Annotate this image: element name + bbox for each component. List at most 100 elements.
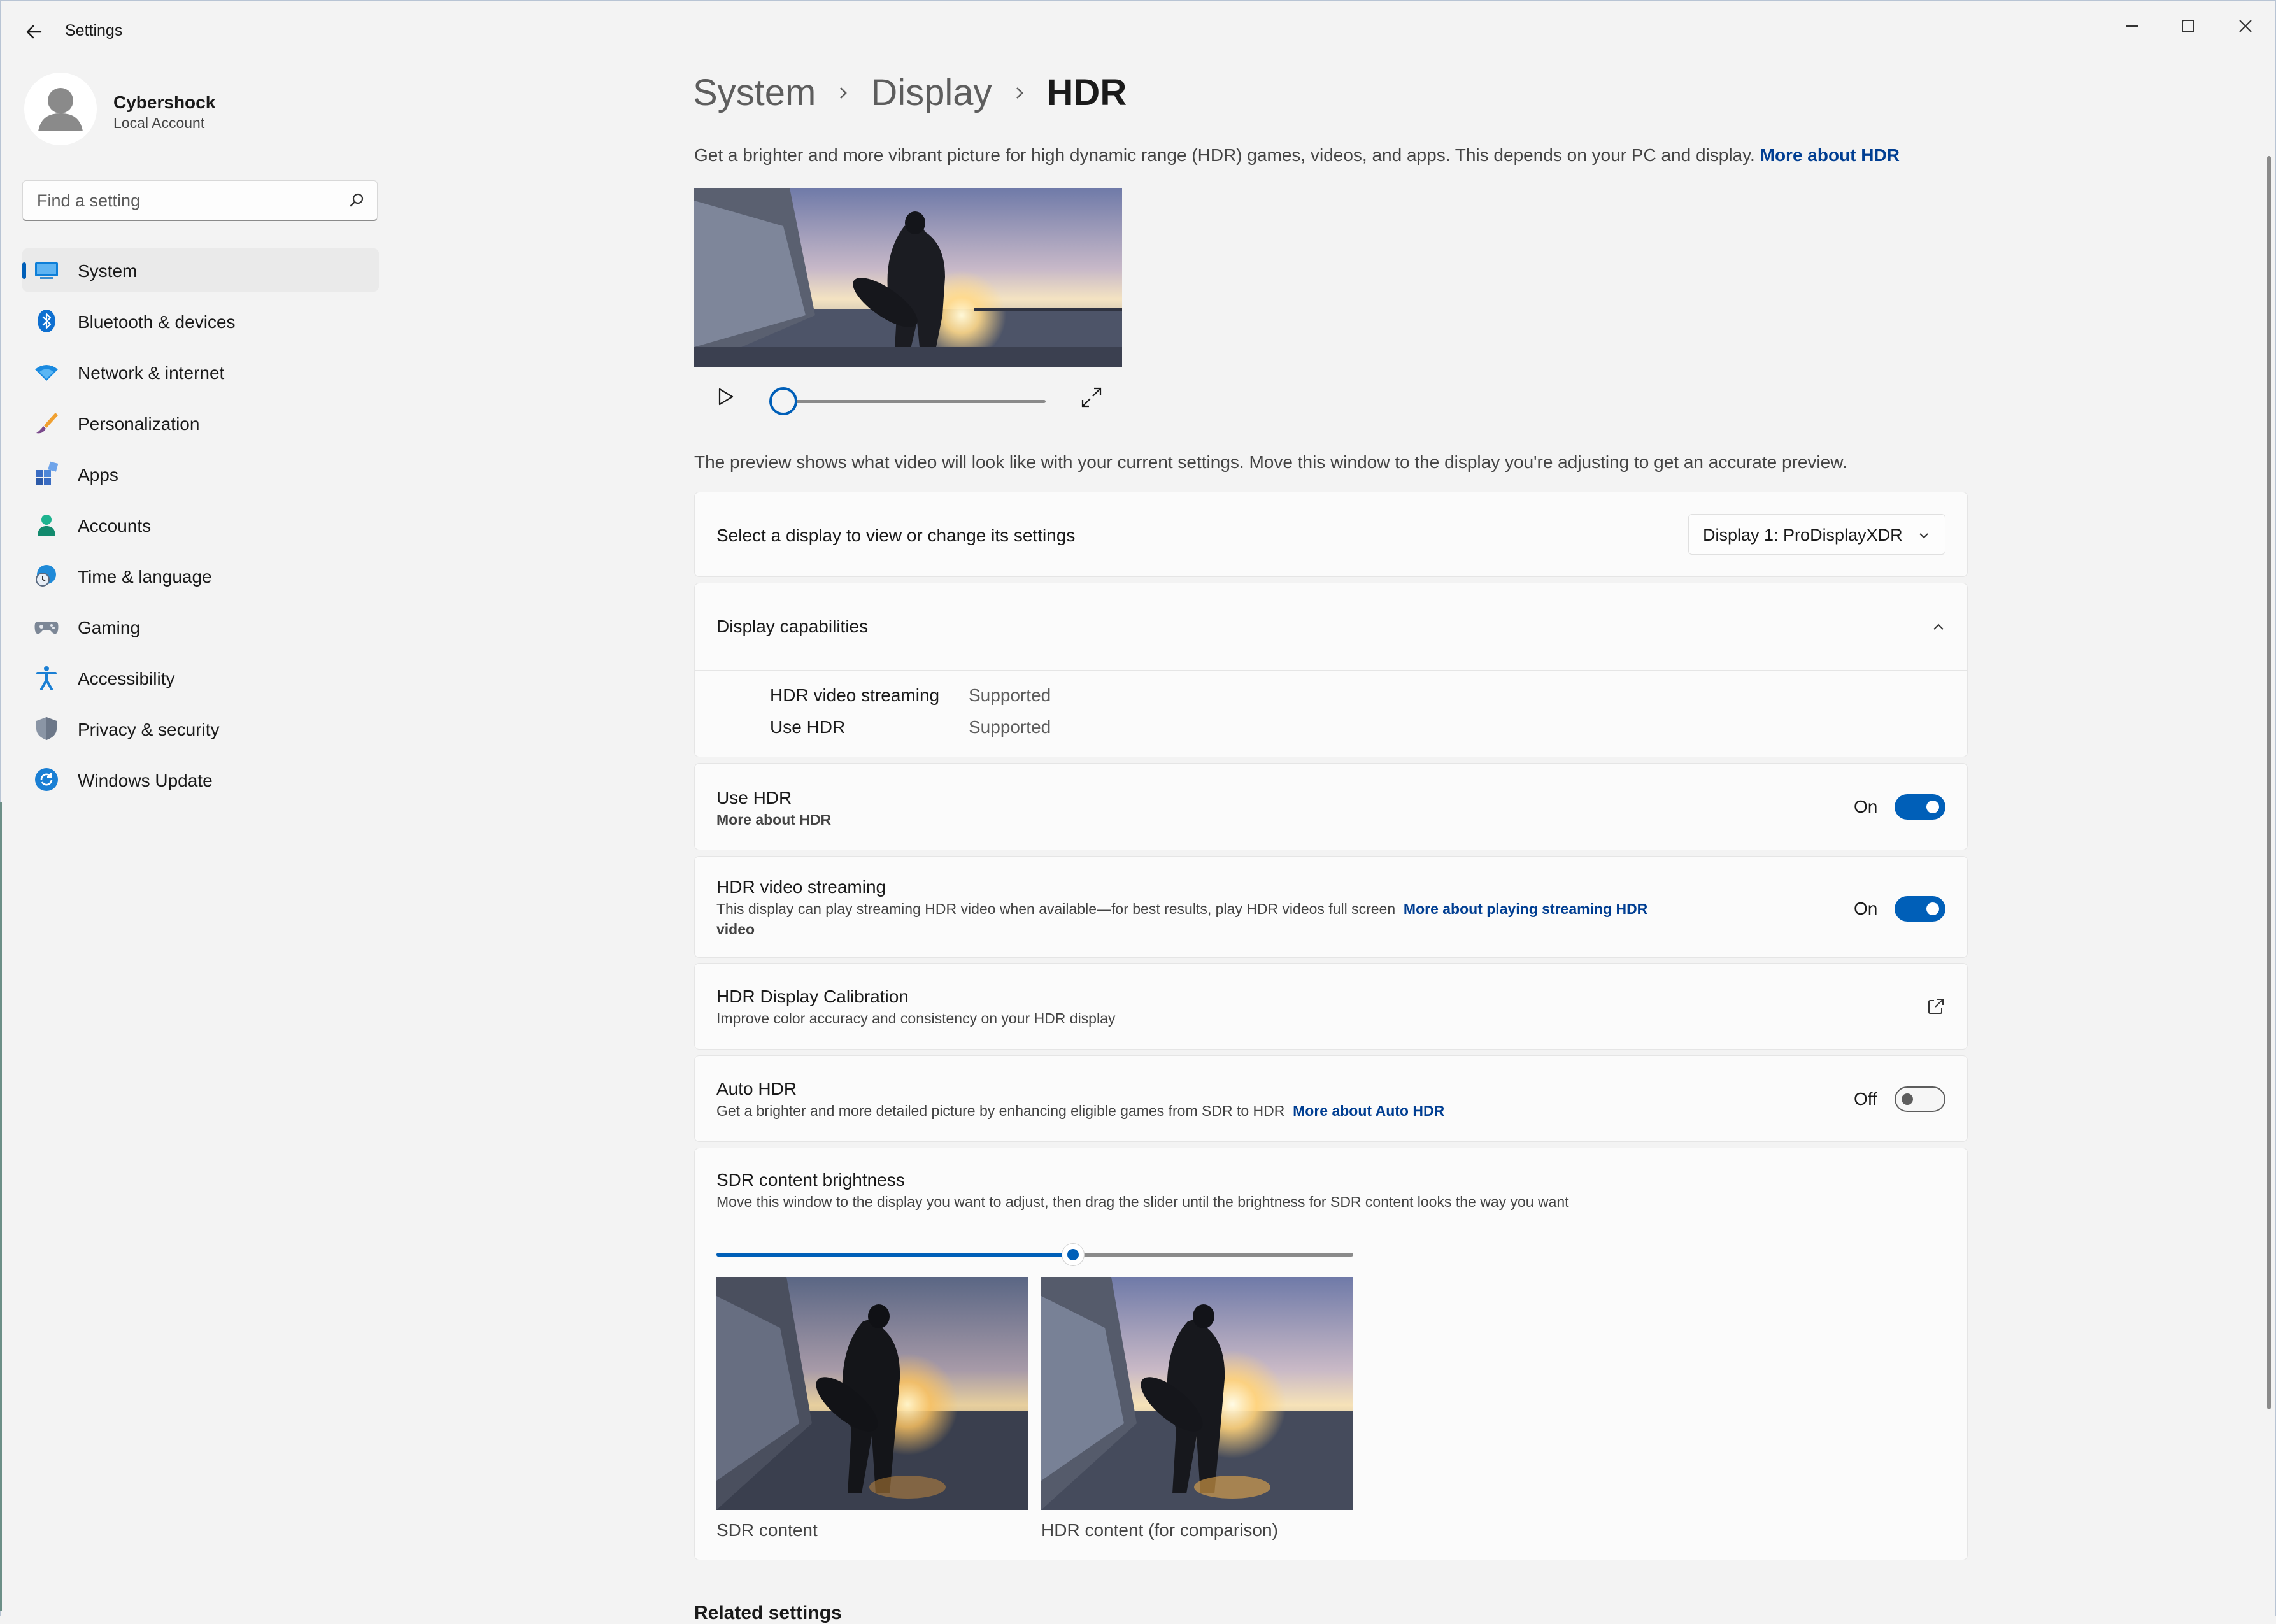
auto-hdr-desc-line: Get a brighter and more detailed picture… (716, 1102, 1444, 1120)
play-icon[interactable] (713, 385, 736, 408)
sidebar-item-gaming[interactable]: Gaming (22, 605, 379, 648)
more-about-hdr-link[interactable]: More about HDR (1760, 145, 1900, 165)
sidebar-item-label: Apps (78, 465, 118, 485)
sidebar-item-label: System (78, 261, 138, 281)
search-icon[interactable] (346, 190, 368, 211)
sidebar-item-privacy[interactable]: Privacy & security (22, 707, 379, 750)
display-capabilities-card: Display capabilities HDR video streaming… (694, 583, 1968, 757)
sdr-slider-thumb[interactable] (1062, 1244, 1084, 1265)
sidebar-item-accessibility[interactable]: Accessibility (22, 656, 379, 699)
chevron-right-icon (1016, 87, 1023, 99)
capabilities-header[interactable]: Display capabilities (695, 583, 1967, 670)
hdr-streaming-state: On (1854, 899, 1878, 918)
sidebar-item-label: Bluetooth & devices (78, 312, 236, 332)
capability-value: Supported (969, 685, 1051, 705)
sidebar-item-apps[interactable]: Apps (22, 452, 379, 495)
update-icon (35, 768, 58, 791)
use-hdr-state: On (1854, 797, 1878, 816)
hdr-streaming-toggle[interactable] (1895, 896, 1945, 922)
use-hdr-card: Use HDR More about HDR On (694, 763, 1968, 850)
sidebar-item-label: Time & language (78, 567, 212, 587)
sidebar-item-label: Windows Update (78, 771, 213, 790)
sdr-content-image (716, 1277, 1028, 1510)
divider (695, 670, 1967, 671)
close-icon[interactable] (2226, 10, 2265, 42)
scrollbar[interactable] (2267, 156, 2271, 1409)
display-dropdown-value: Display 1: ProDisplayXDR (1703, 525, 1903, 545)
search-box[interactable] (22, 180, 378, 221)
sdr-brightness-desc: Move this window to the display you want… (716, 1193, 1569, 1210)
sidebar-item-personalization[interactable]: Personalization (22, 401, 379, 445)
sidebar-item-network[interactable]: Network & internet (22, 350, 379, 394)
sidebar-item-accounts[interactable]: Accounts (22, 503, 379, 546)
auto-hdr-toggle[interactable] (1895, 1086, 1945, 1112)
chevron-up-icon[interactable] (1930, 619, 1947, 636)
breadcrumb: System Display HDR (693, 71, 1127, 114)
use-hdr-more-link[interactable]: More about HDR (716, 811, 831, 829)
capability-name: Use HDR (770, 717, 846, 737)
page-title: HDR (1046, 72, 1127, 113)
sidebar-item-bluetooth[interactable]: Bluetooth & devices (22, 299, 379, 343)
sidebar-item-label: Gaming (78, 618, 141, 637)
sidebar-nav: System Bluetooth & devices Network & int… (22, 248, 379, 809)
bluetooth-icon (38, 310, 55, 332)
seek-thumb[interactable] (769, 387, 797, 415)
sdr-brightness-title: SDR content brightness (716, 1170, 905, 1190)
sdr-slider-fill (716, 1253, 1073, 1257)
streaming-more-link-cont[interactable]: video (716, 921, 755, 938)
back-arrow-icon[interactable] (22, 19, 47, 45)
hdr-content-caption: HDR content (for comparison) (1041, 1520, 1278, 1540)
avatar[interactable] (24, 73, 97, 145)
shield-icon (36, 717, 57, 740)
system-icon (35, 262, 58, 279)
sidebar-item-system[interactable]: System (22, 248, 379, 292)
maximize-icon[interactable] (2169, 10, 2207, 42)
gamepad-icon (34, 622, 59, 634)
use-hdr-toggle[interactable] (1895, 794, 1945, 820)
app-title: Settings (65, 22, 123, 39)
intro-description: Get a brighter and more vibrant picture … (694, 145, 1755, 165)
sdr-brightness-card: SDR content brightness Move this window … (694, 1148, 1968, 1560)
brush-icon (36, 413, 58, 434)
seek-bar[interactable] (785, 400, 1046, 403)
sidebar-item-label: Accounts (78, 516, 152, 536)
sdr-content-caption: SDR content (716, 1520, 818, 1540)
auto-hdr-desc: Get a brighter and more detailed picture… (716, 1102, 1285, 1119)
hdr-streaming-desc-line: This display can play streaming HDR vide… (716, 901, 1647, 918)
capabilities-title: Display capabilities (716, 616, 869, 636)
hdr-streaming-card: HDR video streaming This display can pla… (694, 856, 1968, 958)
hdr-streaming-title: HDR video streaming (716, 877, 886, 897)
use-hdr-title: Use HDR (716, 788, 792, 808)
minimize-icon[interactable] (2113, 10, 2151, 42)
display-dropdown[interactable]: Display 1: ProDisplayXDR (1688, 514, 1945, 555)
external-link-icon[interactable] (1926, 997, 1945, 1016)
streaming-more-link[interactable]: More about playing streaming HDR (1404, 901, 1647, 917)
account-type: Local Account (113, 115, 205, 131)
search-input[interactable] (36, 190, 344, 211)
sidebar-item-windows-update[interactable]: Windows Update (22, 758, 379, 801)
hdr-streaming-desc: This display can play streaming HDR vide… (716, 901, 1396, 917)
chevron-down-icon (1919, 533, 1928, 539)
globe-clock-icon (36, 565, 56, 587)
sidebar-item-label: Privacy & security (78, 720, 220, 739)
breadcrumb-display[interactable]: Display (871, 71, 992, 114)
sdr-brightness-slider[interactable] (716, 1253, 1353, 1257)
sidebar-item-time-language[interactable]: Time & language (22, 554, 379, 597)
related-settings-heading: Related settings (694, 1602, 842, 1623)
auto-hdr-card: Auto HDR Get a brighter and more detaile… (694, 1055, 1968, 1142)
desktop-edge (0, 802, 2, 1611)
user-name: Cybershock (113, 92, 216, 112)
intro-text: Get a brighter and more vibrant picture … (694, 145, 1900, 166)
preview-note: The preview shows what video will look l… (694, 452, 1847, 472)
hdr-content-image (1041, 1277, 1353, 1510)
wifi-icon (35, 365, 58, 381)
select-display-label: Select a display to view or change its s… (716, 525, 1076, 545)
accounts-icon (38, 515, 55, 536)
fullscreen-icon[interactable] (1080, 386, 1103, 409)
sidebar-item-label: Accessibility (78, 669, 175, 688)
auto-hdr-state: Off (1854, 1089, 1877, 1109)
accessibility-icon (36, 666, 57, 690)
hdr-calibration-card[interactable]: HDR Display Calibration Improve color ac… (694, 963, 1968, 1050)
auto-hdr-more-link[interactable]: More about Auto HDR (1293, 1102, 1444, 1119)
breadcrumb-system[interactable]: System (693, 71, 816, 114)
